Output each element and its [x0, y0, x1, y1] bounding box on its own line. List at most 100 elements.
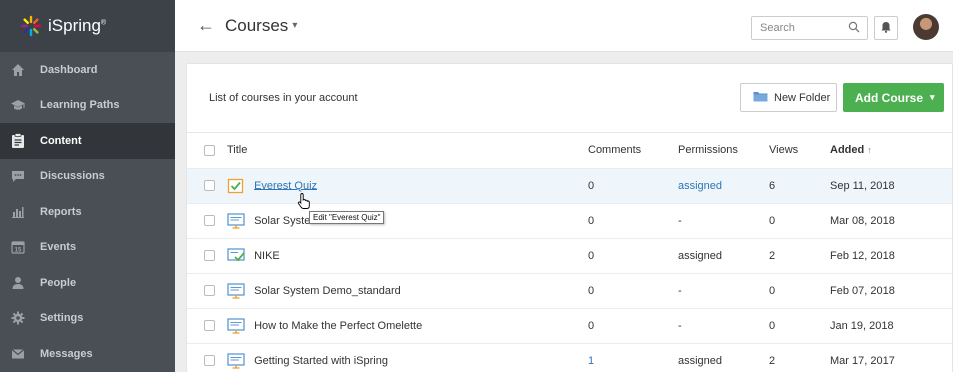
hand-pointer-icon [297, 192, 311, 213]
sidebar-item-people[interactable]: People [0, 265, 175, 301]
presentation-icon [227, 282, 245, 299]
added-cell: Jan 19, 2018 [830, 308, 952, 344]
views-cell: 6 [769, 168, 830, 204]
top-bar: ← Courses ▾ [175, 0, 953, 52]
course-title[interactable]: Getting Started with iSpring [254, 354, 388, 366]
select-all-checkbox[interactable] [204, 144, 215, 156]
comments-cell: 1 [588, 343, 678, 372]
main-area: ← Courses ▾ List of courses in your acco… [175, 0, 953, 372]
permissions-link[interactable]: assigned [678, 180, 722, 192]
row-checkbox-cell [187, 238, 227, 274]
table-header-row: Title Comments Permissions Views Added ↑ [187, 133, 952, 169]
column-header-comments[interactable]: Comments [588, 133, 678, 169]
new-folder-label: New Folder [774, 91, 831, 104]
sidebar-item-messages[interactable]: Messages [0, 336, 175, 372]
permissions-cell: assigned [678, 238, 769, 274]
sidebar-item-dashboard[interactable]: Dashboard [0, 52, 175, 88]
permissions-cell: - [678, 273, 769, 309]
column-header-added[interactable]: Added ↑ [830, 133, 952, 169]
title-cell: Getting Started with iSpring [227, 343, 588, 372]
add-course-label: Add Course [855, 90, 924, 105]
table-row[interactable]: Solar System Demo_standard 0 - 0 Feb 07,… [187, 273, 952, 309]
back-arrow-icon[interactable]: ← [197, 15, 215, 36]
comments-count[interactable]: 1 [588, 355, 594, 367]
column-header-permissions[interactable]: Permissions [678, 133, 769, 169]
table-row[interactable]: NIKE 0 assigned 2 Feb 12, 2018 [187, 238, 952, 274]
row-checkbox[interactable] [204, 285, 215, 297]
comments-cell: 0 [588, 308, 678, 344]
row-checkbox-cell [187, 343, 227, 372]
panel-header: List of courses in your account New Fold… [187, 64, 952, 133]
title-cell: How to Make the Perfect Omelette [227, 308, 588, 344]
avatar[interactable] [913, 14, 939, 40]
page-title[interactable]: Courses [225, 16, 288, 36]
row-checkbox[interactable] [204, 355, 215, 367]
permissions-cell: - [678, 203, 769, 239]
views-cell: 2 [769, 238, 830, 274]
sidebar-item-label: Learning Paths [40, 99, 120, 112]
search-input[interactable] [760, 22, 840, 34]
add-course-button[interactable]: Add Course ▾ [843, 83, 944, 112]
clipboard-icon [10, 132, 26, 149]
table-row[interactable]: Getting Started with iSpring 1 assigned … [187, 343, 952, 372]
chat-bubble-icon [10, 168, 26, 184]
sidebar-item-reports[interactable]: Reports [0, 194, 175, 230]
column-header-added-label: Added [830, 144, 865, 157]
graduation-cap-icon [10, 97, 26, 113]
calendar-icon: 15 [10, 239, 26, 255]
row-checkbox[interactable] [204, 180, 215, 192]
folder-icon [753, 91, 768, 105]
home-icon [10, 62, 26, 78]
added-cell: Mar 17, 2017 [830, 343, 952, 372]
permissions-cell: assigned [678, 168, 769, 204]
search-icon[interactable] [848, 21, 860, 36]
person-icon [10, 275, 26, 291]
row-checkbox[interactable] [204, 215, 215, 227]
sidebar-item-label: Settings [40, 312, 84, 325]
brand[interactable]: iSpring® [0, 0, 175, 52]
title-cell: NIKE [227, 238, 588, 274]
svg-text:15: 15 [15, 248, 22, 254]
permissions-cell: - [678, 308, 769, 344]
sidebar-item-discussions[interactable]: Discussions [0, 159, 175, 195]
comments-cell: 0 [588, 168, 678, 204]
bell-icon [881, 21, 891, 36]
panel-subtitle: List of courses in your account [209, 92, 358, 104]
chevron-down-icon[interactable]: ▾ [292, 20, 297, 31]
select-all-cell [187, 133, 227, 169]
sidebar-item-events[interactable]: 15 Events [0, 230, 175, 266]
sort-ascending-icon: ↑ [867, 145, 872, 156]
table-row[interactable]: How to Make the Perfect Omelette 0 - 0 J… [187, 308, 952, 344]
sidebar-item-label: Reports [40, 205, 82, 218]
sidebar-item-content[interactable]: Content [0, 123, 175, 159]
brand-trademark: ® [100, 19, 107, 27]
added-cell: Sep 11, 2018 [830, 168, 952, 204]
new-folder-button[interactable]: New Folder [740, 83, 837, 112]
sidebar-item-label: Events [40, 241, 77, 254]
column-header-title[interactable]: Title [227, 133, 588, 169]
row-checkbox-cell [187, 168, 227, 204]
added-cell: Feb 12, 2018 [830, 238, 952, 274]
course-title[interactable]: How to Make the Perfect Omelette [254, 319, 422, 331]
row-checkbox[interactable] [204, 320, 215, 332]
course-title[interactable]: NIKE [254, 249, 280, 261]
column-header-views[interactable]: Views [769, 133, 830, 169]
presentation-quiz-icon [227, 247, 245, 264]
envelope-icon [10, 346, 26, 362]
sidebar-item-settings[interactable]: Settings [0, 301, 175, 337]
chevron-down-icon: ▾ [930, 92, 935, 102]
course-title-link[interactable]: Everest Quiz [254, 179, 317, 191]
sidebar-item-learning-paths[interactable]: Learning Paths [0, 88, 175, 124]
row-checkbox-cell [187, 203, 227, 239]
views-cell: 0 [769, 273, 830, 309]
sidebar-item-label: Messages [40, 347, 93, 360]
course-title[interactable]: Solar System Demo_standard [254, 284, 401, 296]
search-box[interactable] [751, 16, 868, 40]
notifications-button[interactable] [874, 16, 898, 40]
row-checkbox[interactable] [204, 250, 215, 262]
sidebar: iSpring® Dashboard Learning Paths Conten… [0, 0, 175, 372]
presentation-icon [227, 212, 245, 229]
edit-tooltip: Edit "Everest Quiz" [309, 211, 385, 224]
views-cell: 2 [769, 343, 830, 372]
sidebar-item-label: Dashboard [40, 63, 98, 76]
